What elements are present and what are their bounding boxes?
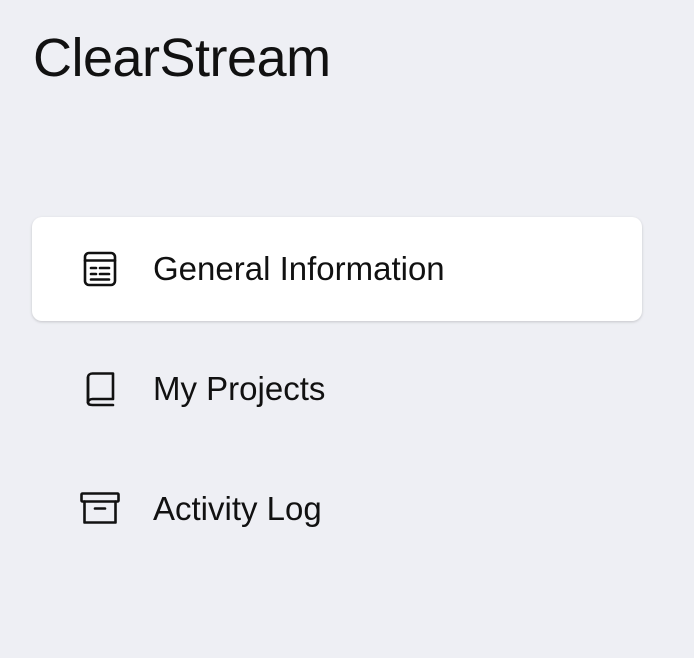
nav-item-label: Activity Log <box>153 490 322 527</box>
nav-item-label: General Information <box>153 250 445 287</box>
document-text-icon <box>80 249 120 289</box>
sidebar-nav: General Information My Projects Activity… <box>32 217 642 577</box>
book-icon <box>80 369 120 409</box>
nav-item-activity-log[interactable]: Activity Log <box>32 457 642 561</box>
archive-box-icon <box>80 489 120 529</box>
nav-item-label: My Projects <box>153 370 326 407</box>
app-title: ClearStream <box>33 28 331 88</box>
nav-item-general-information[interactable]: General Information <box>32 217 642 321</box>
nav-item-my-projects[interactable]: My Projects <box>32 337 642 441</box>
